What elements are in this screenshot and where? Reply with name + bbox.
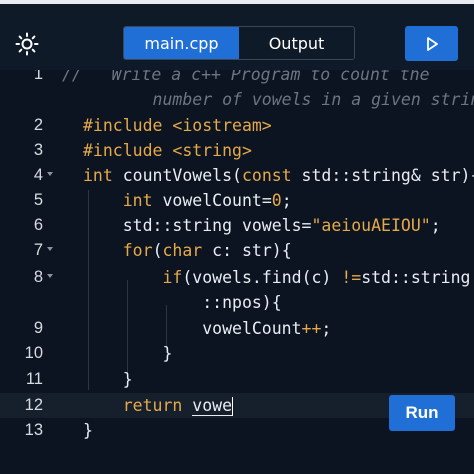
play-icon bbox=[426, 36, 438, 51]
line-number: 2 bbox=[33, 116, 43, 134]
code-token: != bbox=[341, 268, 362, 287]
fold-chevron-icon[interactable] bbox=[47, 172, 53, 176]
top-edge bbox=[0, 0, 474, 4]
code-token: const bbox=[241, 166, 292, 185]
code-line[interactable]: ::npos){ bbox=[0, 290, 474, 315]
run-button[interactable]: Run bbox=[389, 395, 455, 431]
code-text: // Write a c++ Program to count the bbox=[62, 70, 430, 87]
sun-icon bbox=[15, 32, 39, 56]
line-number: 6 bbox=[33, 216, 43, 234]
line-number: 9 bbox=[33, 319, 43, 337]
code-token: countVowels( bbox=[112, 166, 242, 185]
code-token: "aeiouAEIOU" bbox=[311, 216, 431, 235]
code-text: vowelCount++; bbox=[83, 316, 331, 341]
code-line[interactable]: number of vowels in a given string. bbox=[0, 87, 474, 112]
line-number: 7 bbox=[33, 241, 43, 259]
code-token: vowelCount= bbox=[152, 191, 272, 210]
code-token: vowe bbox=[192, 396, 233, 416]
code-token: std::string& str){ bbox=[291, 166, 474, 185]
code-token: } bbox=[83, 421, 93, 440]
line-number: 8 bbox=[33, 268, 43, 286]
code-token: int bbox=[122, 191, 153, 210]
code-token: ( bbox=[152, 241, 163, 260]
text-caret bbox=[232, 397, 234, 416]
code-token: ++ bbox=[301, 319, 322, 338]
code-text: #include <iostream> bbox=[83, 113, 272, 138]
code-line[interactable]: 10 } bbox=[0, 341, 474, 366]
code-token: for bbox=[122, 241, 153, 260]
code-text: } bbox=[83, 341, 172, 366]
tab-main-cpp[interactable]: main.cpp bbox=[124, 27, 239, 59]
code-line[interactable]: 2 #include <iostream> bbox=[0, 113, 474, 138]
code-token: std::string vowels= bbox=[83, 216, 312, 235]
code-token: std::string bbox=[361, 268, 471, 287]
fold-chevron-icon[interactable] bbox=[47, 247, 53, 251]
code-token: #include bbox=[83, 141, 173, 160]
code-token: <string> bbox=[172, 141, 252, 160]
code-token: vowelCount bbox=[83, 319, 302, 338]
line-number: 10 bbox=[24, 344, 43, 362]
code-text: ::npos){ bbox=[83, 290, 282, 315]
code-line[interactable]: 7 for(char c: str){ bbox=[0, 238, 474, 263]
code-text: for(char c: str){ bbox=[83, 238, 292, 263]
theme-toggle-button[interactable] bbox=[12, 29, 42, 59]
code-token: int bbox=[83, 166, 113, 185]
code-token: #include bbox=[83, 116, 173, 135]
code-token: ::npos){ bbox=[83, 293, 282, 312]
code-line[interactable]: 3 #include <string> bbox=[0, 138, 474, 163]
code-text: } bbox=[83, 367, 133, 392]
code-text: if(vowels.find(c) !=std::string bbox=[83, 265, 470, 290]
code-token: ; bbox=[281, 191, 292, 210]
code-line[interactable]: 8 if(vowels.find(c) !=std::string bbox=[0, 265, 474, 290]
line-number: 3 bbox=[33, 141, 43, 159]
line-number: 4 bbox=[33, 166, 43, 184]
code-token: } bbox=[83, 344, 173, 363]
code-text: } bbox=[83, 418, 93, 443]
code-token: number of vowels in a given string. bbox=[83, 90, 474, 109]
file-tabs: main.cpp Output bbox=[123, 26, 355, 60]
line-number: 12 bbox=[24, 396, 43, 414]
code-token: 0 bbox=[271, 191, 282, 210]
code-token: ; bbox=[430, 216, 441, 235]
code-token: return bbox=[122, 396, 183, 415]
code-text: #include <string> bbox=[83, 138, 252, 163]
code-token: c: str){ bbox=[202, 241, 292, 260]
fold-chevron-icon[interactable] bbox=[47, 274, 53, 278]
code-line[interactable]: 9 vowelCount++; bbox=[0, 316, 474, 341]
code-line[interactable]: 11 } bbox=[0, 367, 474, 392]
code-token: char bbox=[162, 241, 203, 260]
play-button[interactable] bbox=[405, 26, 458, 61]
code-token: if bbox=[162, 268, 183, 287]
line-number: 13 bbox=[24, 421, 43, 439]
code-token: } bbox=[83, 370, 133, 389]
code-token: // Write a c++ Program to count the bbox=[62, 70, 430, 84]
top-bar: main.cpp Output bbox=[0, 0, 474, 70]
code-token: (vowels.find(c) bbox=[182, 268, 342, 287]
code-line[interactable]: 5 int vowelCount=0; bbox=[0, 188, 474, 213]
code-text: int vowelCount=0; bbox=[83, 188, 292, 213]
line-number: 11 bbox=[25, 370, 43, 388]
line-number: 1 bbox=[33, 70, 43, 83]
code-text: int countVowels(const std::string& str){ bbox=[83, 163, 474, 188]
code-line[interactable]: 4 int countVowels(const std::string& str)… bbox=[0, 163, 474, 188]
tab-output[interactable]: Output bbox=[239, 27, 354, 59]
code-line[interactable]: 1 // Write a c++ Program to count the bbox=[0, 70, 474, 87]
code-text: return vowe bbox=[83, 393, 234, 418]
code-text: number of vowels in a given string. bbox=[83, 87, 474, 112]
line-number: 5 bbox=[33, 191, 43, 209]
code-token: ; bbox=[321, 319, 332, 338]
code-line[interactable]: 6 std::string vowels="aeiouAEIOU"; bbox=[0, 213, 474, 238]
code-token: <iostream> bbox=[172, 116, 272, 135]
code-text: std::string vowels="aeiouAEIOU"; bbox=[83, 213, 441, 238]
